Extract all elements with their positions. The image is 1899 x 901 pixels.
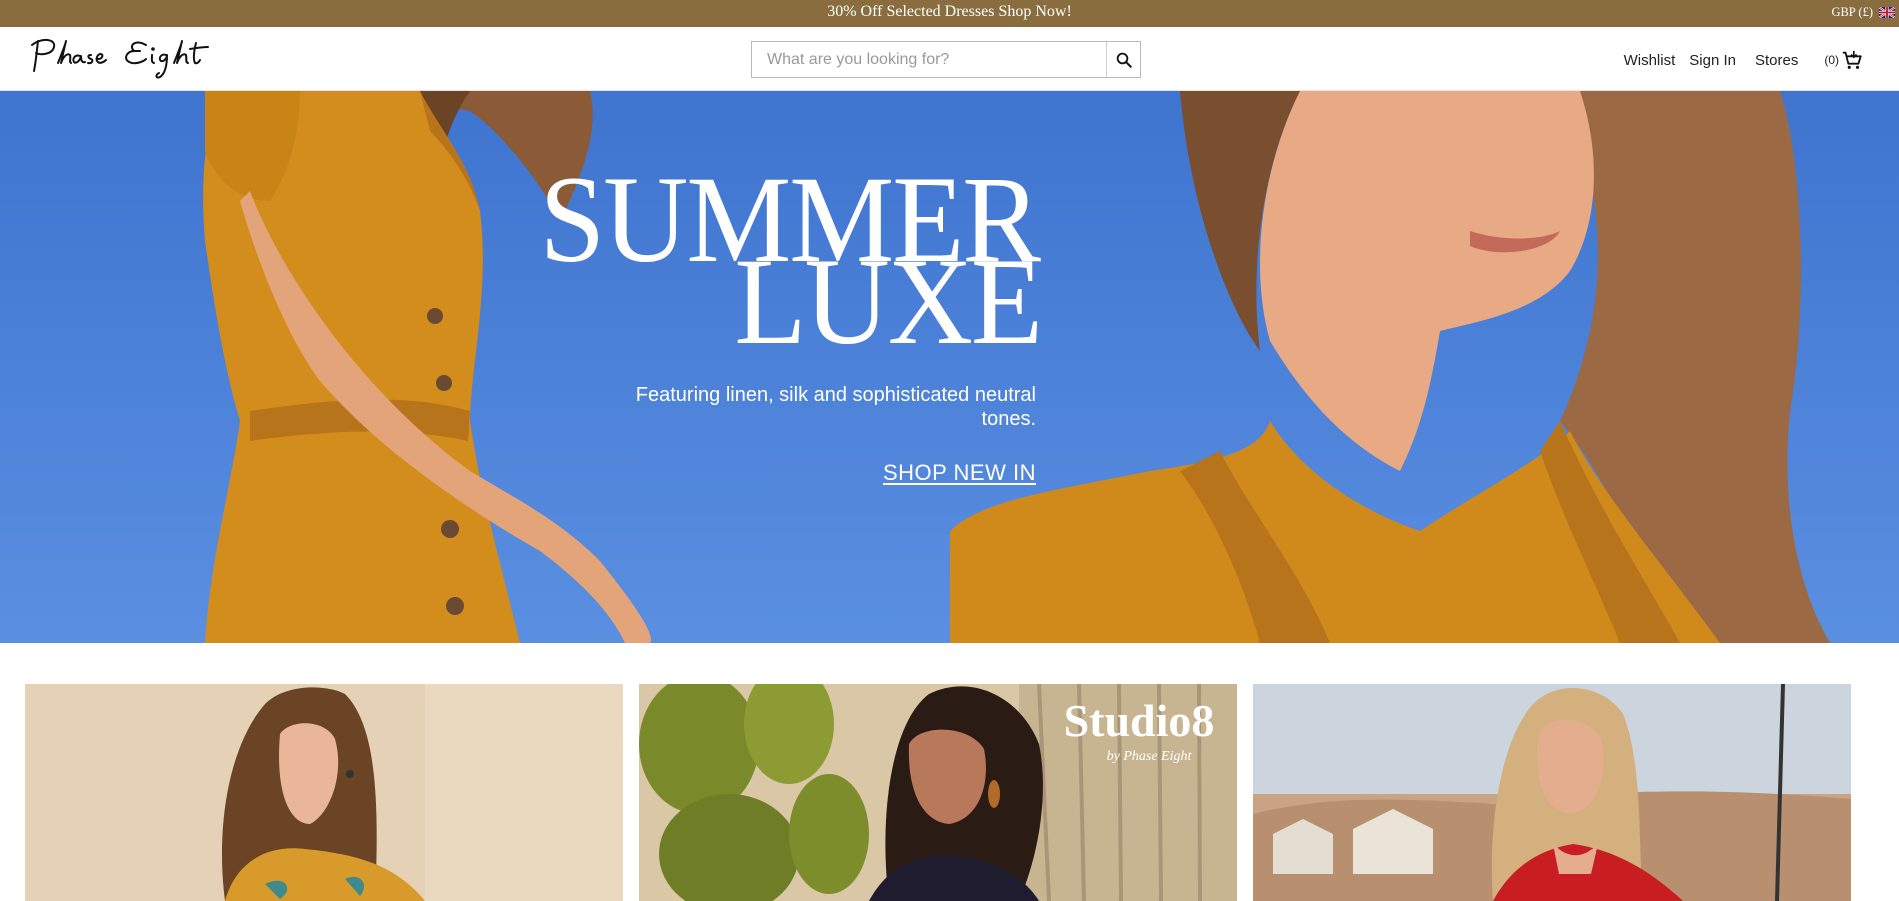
cart-button[interactable]: (0) <box>1824 49 1863 71</box>
stores-link[interactable]: Stores <box>1755 52 1798 69</box>
hero-subtitle: Featuring linen, silk and sophisticated … <box>635 384 1036 430</box>
tile-1-image <box>25 684 623 901</box>
promo-bar: 30% Off Selected Dresses Shop Now! GBP (… <box>0 0 1899 27</box>
studio8-brand-subtitle: by Phase Eight <box>1107 749 1193 764</box>
hero-banner[interactable]: SUMMER LUXE Featuring linen, silk and so… <box>0 91 1899 643</box>
logo-script <box>31 39 209 79</box>
tile-3-image <box>1253 684 1851 901</box>
search-box <box>751 41 1141 78</box>
category-tile-1[interactable] <box>25 684 623 901</box>
wishlist-link[interactable]: Wishlist <box>1624 52 1676 69</box>
promo-link[interactable]: 30% Off Selected Dresses Shop Now! <box>0 3 1899 21</box>
site-header: Wishlist Sign In Stores (0) <box>0 27 1899 91</box>
category-tile-3[interactable] <box>1253 684 1851 901</box>
category-tile-2[interactable]: Studio8 by Phase Eight <box>639 684 1237 901</box>
account-nav: Wishlist Sign In Stores (0) <box>1610 49 1863 71</box>
studio8-brand-mark: Studio8 <box>1064 695 1215 746</box>
phase-eight-logo[interactable] <box>28 33 253 81</box>
shopping-cart-icon <box>1842 50 1862 69</box>
search-icon <box>1116 52 1132 68</box>
cart-count: (0) <box>1824 53 1839 67</box>
shop-new-in-link[interactable]: SHOP NEW IN <box>883 460 1036 486</box>
hero-title-line2: LUXE <box>734 232 1043 371</box>
search-button[interactable] <box>1106 42 1140 77</box>
tile-2-image: Studio8 by Phase Eight <box>639 684 1237 901</box>
search-input[interactable] <box>752 42 1106 77</box>
currency-label: GBP (£) <box>1831 5 1873 19</box>
currency-selector[interactable]: GBP (£) <box>1831 5 1895 20</box>
sign-in-link[interactable]: Sign In <box>1689 52 1736 69</box>
uk-flag-icon <box>1879 7 1895 18</box>
